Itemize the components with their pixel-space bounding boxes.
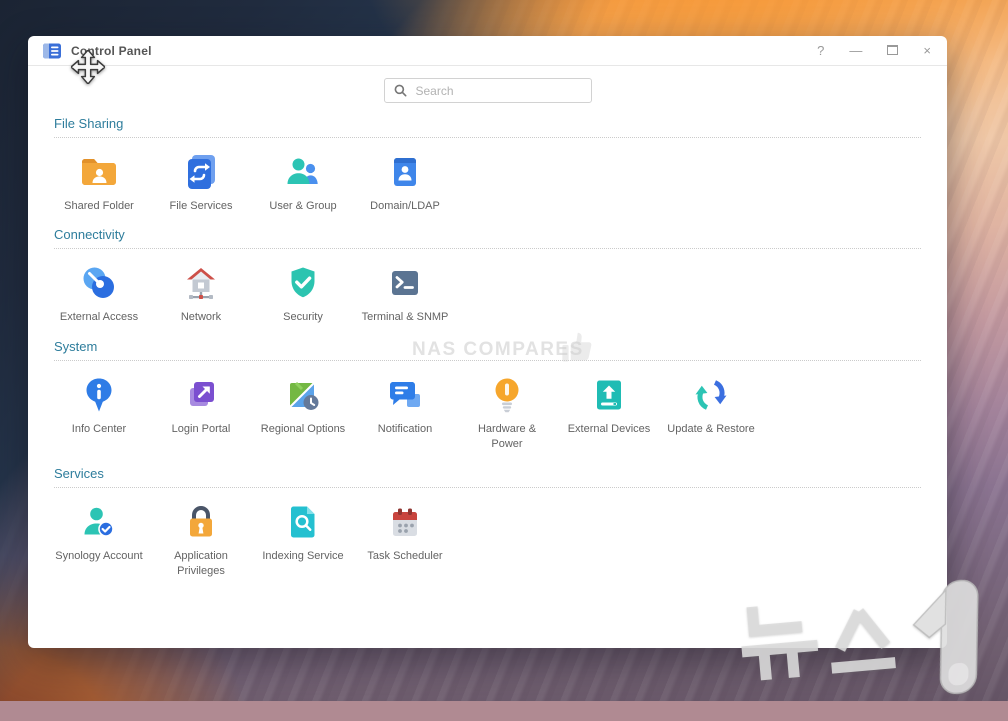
cp-item-security[interactable]: Security	[252, 263, 354, 325]
section-title: Connectivity	[54, 227, 921, 242]
section-connectivity: Connectivity External Access	[54, 227, 921, 325]
item-label: Update & Restore	[667, 422, 754, 437]
section-title: File Sharing	[54, 116, 921, 131]
cp-item-shared-folder[interactable]: Shared Folder	[48, 152, 150, 214]
item-label: User & Group	[269, 199, 336, 214]
section-title: Services	[54, 466, 921, 481]
cp-item-synology-account[interactable]: Synology Account	[48, 502, 150, 580]
regional-options-icon	[283, 375, 323, 415]
cp-item-domain-ldap[interactable]: Domain/LDAP	[354, 152, 456, 214]
search-box[interactable]	[384, 78, 592, 103]
cp-item-file-services[interactable]: File Services	[150, 152, 252, 214]
terminal-snmp-icon	[385, 263, 425, 303]
cp-item-indexing-service[interactable]: Indexing Service	[252, 502, 354, 580]
cp-item-notification[interactable]: Notification	[354, 375, 456, 453]
item-label: Hardware & Power	[472, 422, 542, 453]
section-title: System	[54, 339, 921, 354]
cp-item-external-access[interactable]: External Access	[48, 263, 150, 325]
domain-ldap-icon	[385, 152, 425, 192]
cp-item-user-group[interactable]: User & Group	[252, 152, 354, 214]
item-label: Security	[283, 310, 323, 325]
task-scheduler-icon	[385, 502, 425, 542]
item-label: Synology Account	[55, 549, 142, 564]
item-label: Task Scheduler	[367, 549, 442, 564]
item-label: Domain/LDAP	[370, 199, 440, 214]
external-access-icon	[79, 263, 119, 303]
item-label: External Devices	[568, 422, 651, 437]
info-center-icon	[79, 375, 119, 415]
hardware-power-icon	[487, 375, 527, 415]
maximize-icon	[887, 45, 898, 55]
cp-item-task-scheduler[interactable]: Task Scheduler	[354, 502, 456, 580]
close-button[interactable]: ×	[923, 44, 931, 57]
section-file-sharing: File Sharing Shared Folder	[54, 116, 921, 214]
item-label: Shared Folder	[64, 199, 134, 214]
item-label: External Access	[60, 310, 138, 325]
external-devices-icon	[589, 375, 629, 415]
item-label: Terminal & SNMP	[362, 310, 449, 325]
notification-icon	[385, 375, 425, 415]
cp-item-login-portal[interactable]: Login Portal	[150, 375, 252, 453]
control-panel-app-icon	[42, 41, 62, 61]
help-button[interactable]: ?	[817, 44, 824, 57]
cp-item-hardware-power[interactable]: Hardware & Power	[456, 375, 558, 453]
minimize-button[interactable]: —	[849, 44, 862, 57]
section-services: Services Synology Account	[54, 466, 921, 580]
security-icon	[283, 263, 323, 303]
cp-item-network[interactable]: Network	[150, 263, 252, 325]
update-restore-icon	[691, 375, 731, 415]
cp-item-external-devices[interactable]: External Devices	[558, 375, 660, 453]
cp-item-update-restore[interactable]: Update & Restore	[660, 375, 762, 453]
item-label: Notification	[378, 422, 432, 437]
cp-item-terminal-snmp[interactable]: Terminal & SNMP	[354, 263, 456, 325]
cp-item-info-center[interactable]: Info Center	[48, 375, 150, 453]
section-system: System Info Center	[54, 339, 921, 453]
network-icon	[181, 263, 221, 303]
maximize-button[interactable]	[887, 44, 898, 57]
synology-account-icon	[79, 502, 119, 542]
cp-item-application-privileges[interactable]: Application Privileges	[150, 502, 252, 580]
window-title: Control Panel	[71, 44, 152, 58]
control-panel-window: Control Panel ? — × File Sharing	[28, 36, 947, 648]
item-label: File Services	[170, 199, 233, 214]
item-label: Indexing Service	[262, 549, 343, 564]
login-portal-icon	[181, 375, 221, 415]
item-label: Info Center	[72, 422, 126, 437]
item-label: Login Portal	[172, 422, 231, 437]
application-privileges-icon	[181, 502, 221, 542]
shared-folder-icon	[79, 152, 119, 192]
search-icon	[393, 83, 408, 98]
cp-item-regional-options[interactable]: Regional Options	[252, 375, 354, 453]
search-input[interactable]	[414, 83, 583, 99]
item-label: Network	[181, 310, 221, 325]
window-titlebar[interactable]: Control Panel ? — ×	[28, 36, 947, 66]
user-group-icon	[283, 152, 323, 192]
item-label: Application Privileges	[150, 549, 252, 580]
indexing-service-icon	[283, 502, 323, 542]
item-label: Regional Options	[261, 422, 345, 437]
file-services-icon	[181, 152, 221, 192]
